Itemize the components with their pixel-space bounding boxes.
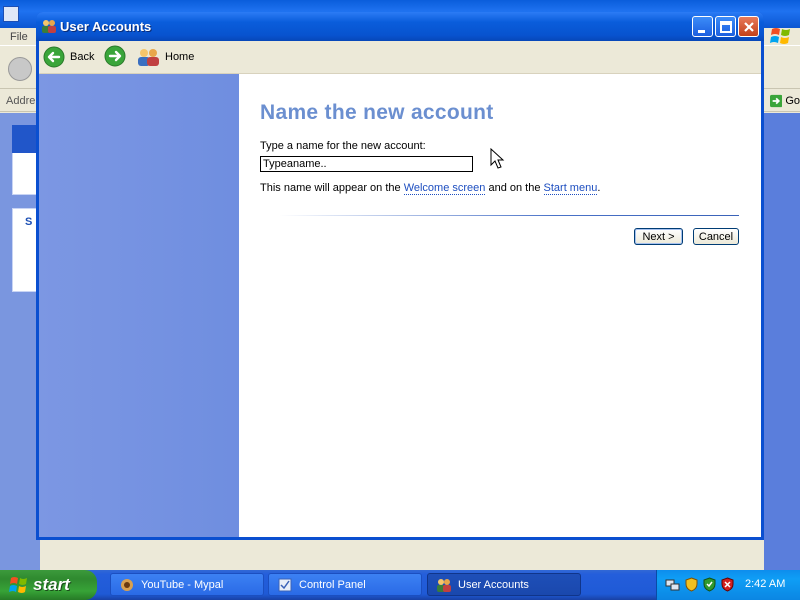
taskbar-item-youtube[interactable]: YouTube - Mypal [110, 573, 264, 596]
clock: 2:42 AM [745, 578, 786, 590]
control-panel-icon [3, 6, 19, 22]
user-accounts-icon [42, 20, 56, 33]
taskbar: start YouTube - Mypal Control Panel User… [0, 570, 800, 600]
users-home-icon [138, 49, 159, 66]
control-panel-icon [278, 578, 292, 591]
main-content: Name the new account Type a name for the… [239, 74, 761, 537]
cancel-button[interactable]: Cancel [693, 228, 739, 245]
account-name-input[interactable] [260, 156, 473, 172]
home-label: Home [165, 51, 195, 63]
antivirus-icon[interactable] [702, 577, 717, 592]
system-tray: 2:42 AM [656, 570, 800, 600]
start-menu-link[interactable]: Start menu [543, 182, 598, 195]
taskbar-item-label: YouTube - Mypal [141, 578, 224, 591]
windows-flag-icon [9, 577, 27, 593]
window-title: User Accounts [60, 19, 152, 34]
info-text: This name will appear on the Welcome scr… [260, 182, 601, 195]
user-accounts-body: Back Home Name the new account Type a na… [39, 41, 761, 537]
name-prompt-label: Type a name for the new account: [260, 140, 426, 152]
maximize-icon [720, 21, 732, 33]
info-middle: and on the [485, 182, 544, 194]
browser-icon [121, 578, 133, 591]
welcome-screen-link[interactable]: Welcome screen [403, 182, 486, 195]
taskbar-item-user-accounts[interactable]: User Accounts [427, 573, 581, 596]
back-icon[interactable] [8, 57, 32, 81]
go-arrow-icon [770, 94, 783, 108]
taskbar-item-label: Control Panel [299, 578, 366, 591]
navigation-bar: Back Home [39, 41, 761, 74]
close-button[interactable] [738, 16, 759, 37]
go-button[interactable]: Go [764, 91, 800, 111]
minimize-button[interactable] [692, 16, 713, 37]
start-button[interactable]: start [0, 570, 97, 600]
minimize-icon [698, 30, 705, 33]
see-also-heading: S [25, 216, 33, 228]
menu-file[interactable]: File [10, 31, 28, 43]
taskbar-item-label: User Accounts [458, 578, 529, 591]
mouse-cursor-icon [490, 148, 505, 169]
start-label: start [33, 575, 70, 594]
user-accounts-window: User Accounts Back Home Name the new acc… [36, 12, 764, 540]
info-suffix: . [597, 182, 601, 194]
security-alert-icon[interactable] [720, 577, 735, 592]
page-title: Name the new account [260, 101, 494, 124]
back-arrow-icon [43, 46, 65, 68]
next-button[interactable]: Next > [634, 228, 683, 245]
address-label: Addre [6, 95, 36, 107]
close-icon [744, 22, 754, 32]
taskbar-item-control-panel[interactable]: Control Panel [268, 573, 422, 596]
maximize-button[interactable] [715, 16, 736, 37]
security-shield-icon[interactable] [684, 577, 699, 592]
back-button[interactable]: Back [43, 45, 94, 69]
forward-arrow-icon[interactable] [104, 45, 126, 67]
network-icon[interactable] [665, 577, 680, 592]
side-pane [39, 74, 239, 537]
user-accounts-titlebar[interactable]: User Accounts [36, 12, 764, 41]
go-label: Go [785, 95, 800, 107]
control-panel-right-edge [764, 113, 800, 570]
home-button[interactable]: Home [137, 45, 194, 69]
user-accounts-icon [437, 578, 451, 592]
windows-logo-icon [770, 28, 790, 44]
info-prefix: This name will appear on the [260, 182, 404, 194]
divider [279, 215, 739, 216]
back-label: Back [70, 51, 95, 63]
